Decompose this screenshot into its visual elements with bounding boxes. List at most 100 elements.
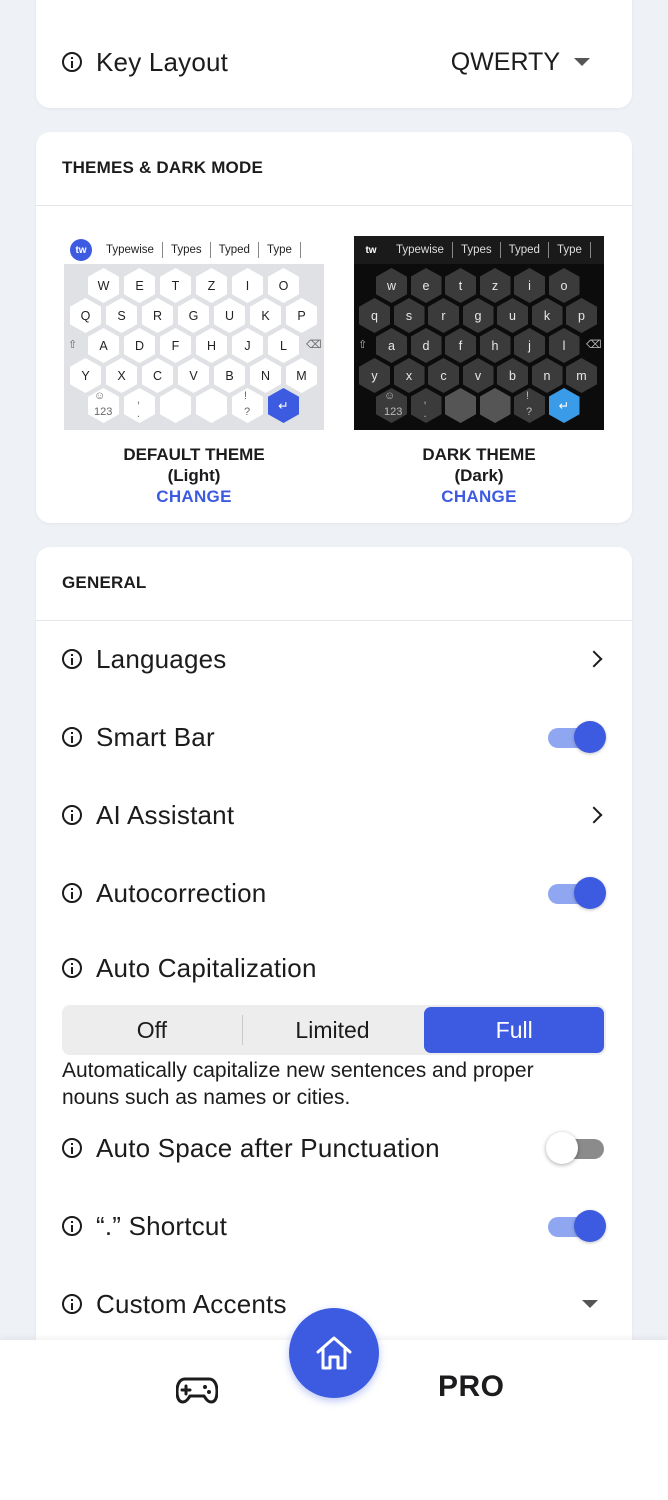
ai-assistant-row[interactable]: AI Assistant	[62, 790, 606, 840]
key-u[interactable]: U	[214, 298, 245, 333]
period-shortcut-toggle[interactable]	[546, 1209, 606, 1243]
key-i[interactable]: i	[514, 268, 545, 303]
key-s[interactable]: S	[106, 298, 137, 333]
enter-key[interactable]: ↵	[268, 388, 299, 423]
key-w[interactable]: W	[88, 268, 119, 303]
autocorrection-toggle[interactable]	[546, 876, 606, 910]
key-t[interactable]: t	[445, 268, 476, 303]
languages-row[interactable]: Languages	[62, 634, 606, 684]
key-d[interactable]: d	[410, 328, 442, 363]
key-q[interactable]: Q	[70, 298, 101, 333]
key-x[interactable]: x	[393, 358, 425, 393]
key-w[interactable]: w	[376, 268, 407, 303]
key-g[interactable]: g	[462, 298, 494, 333]
key-j[interactable]: j	[514, 328, 545, 363]
change-dark-theme-button[interactable]: CHANGE	[354, 486, 604, 507]
info-icon[interactable]	[62, 958, 82, 978]
key-r[interactable]: r	[428, 298, 459, 333]
key-k[interactable]: k	[531, 298, 563, 333]
key-space[interactable]	[160, 388, 191, 423]
chevron-right-icon	[585, 650, 603, 668]
dark-theme-tile[interactable]: tw Typewise Types Typed Type wetzio qsrgu…	[354, 236, 604, 507]
info-icon[interactable]	[62, 727, 82, 747]
info-icon[interactable]	[62, 805, 82, 825]
key-b[interactable]: b	[497, 358, 528, 393]
key-t[interactable]: T	[160, 268, 191, 303]
key-v[interactable]: v	[462, 358, 494, 393]
key-k[interactable]: K	[250, 298, 281, 333]
key-y[interactable]: Y	[70, 358, 101, 393]
key-b[interactable]: B	[214, 358, 245, 393]
capitalization-option-off[interactable]: Off	[62, 1007, 242, 1053]
key-r[interactable]: R	[142, 298, 173, 333]
games-tab[interactable]	[175, 1374, 219, 1411]
info-icon[interactable]	[62, 1216, 82, 1236]
key-x[interactable]: X	[106, 358, 137, 393]
key-c[interactable]: C	[142, 358, 173, 393]
key-s[interactable]: s	[393, 298, 425, 333]
key-l[interactable]: L	[268, 328, 299, 363]
suggestion: Typewise	[388, 242, 453, 258]
info-icon[interactable]	[62, 52, 82, 72]
key-space[interactable]	[196, 388, 227, 423]
key-g[interactable]: G	[178, 298, 209, 333]
suggestion: Typewise	[98, 242, 163, 258]
key-a[interactable]: A	[88, 328, 119, 363]
key-c[interactable]: c	[428, 358, 459, 393]
light-theme-tile[interactable]: tw Typewise Types Typed Type WETZIO QSRGU…	[64, 236, 324, 507]
key-y[interactable]: y	[359, 358, 390, 393]
key-p[interactable]: p	[566, 298, 597, 333]
exclaim-label: !	[244, 390, 248, 402]
key-d[interactable]: D	[124, 328, 155, 363]
dark-keyboard-preview[interactable]: tw Typewise Types Typed Type wetzio qsrgu…	[354, 236, 604, 430]
suggestion: Types	[163, 242, 211, 258]
info-icon[interactable]	[62, 1138, 82, 1158]
key-z[interactable]: z	[479, 268, 511, 303]
auto-capitalization-row: Auto Capitalization	[62, 943, 606, 993]
info-icon[interactable]	[62, 883, 82, 903]
key-m[interactable]: M	[286, 358, 317, 393]
key-f[interactable]: F	[160, 328, 191, 363]
key-i[interactable]: I	[232, 268, 263, 303]
key-n[interactable]: N	[250, 358, 281, 393]
suggestion: Type	[549, 242, 591, 258]
key-z[interactable]: Z	[196, 268, 227, 303]
key-u[interactable]: u	[497, 298, 528, 333]
key-m[interactable]: m	[566, 358, 597, 393]
suggestion: Typed	[501, 242, 549, 258]
key-p[interactable]: P	[286, 298, 317, 333]
backspace-icon: ⌫	[306, 339, 322, 351]
key-h[interactable]: H	[196, 328, 227, 363]
key-o[interactable]: O	[268, 268, 299, 303]
key-h[interactable]: h	[479, 328, 511, 363]
key-f[interactable]: f	[445, 328, 476, 363]
key-space[interactable]	[445, 388, 476, 423]
key-e[interactable]: E	[124, 268, 155, 303]
suggestion: Type	[259, 242, 301, 258]
key-v[interactable]: V	[178, 358, 209, 393]
key-j[interactable]: J	[232, 328, 263, 363]
home-button[interactable]	[289, 1308, 379, 1398]
info-icon[interactable]	[62, 649, 82, 669]
enter-key[interactable]: ↵	[548, 388, 580, 423]
key-e[interactable]: e	[410, 268, 442, 303]
key-a[interactable]: a	[376, 328, 407, 363]
period-shortcut-row: “.” Shortcut	[62, 1201, 606, 1251]
capitalization-option-full[interactable]: Full	[424, 1007, 605, 1053]
key-layout-dropdown[interactable]: QWERTY	[451, 48, 606, 77]
key-space[interactable]	[479, 388, 511, 423]
pro-tab[interactable]: PRO	[438, 1370, 505, 1404]
smart-bar-toggle[interactable]	[546, 720, 606, 754]
auto-space-toggle[interactable]	[546, 1131, 606, 1165]
key-l[interactable]: l	[548, 328, 580, 363]
capitalization-option-limited[interactable]: Limited	[243, 1007, 423, 1053]
suggestion: Types	[453, 242, 501, 258]
key-o[interactable]: o	[548, 268, 580, 303]
period-shortcut-label: “.” Shortcut	[96, 1210, 227, 1241]
info-icon[interactable]	[62, 1294, 82, 1314]
key-n[interactable]: n	[531, 358, 563, 393]
change-light-theme-button[interactable]: CHANGE	[64, 486, 324, 507]
key-layout-row[interactable]: Key Layout QWERTY	[62, 37, 606, 87]
key-q[interactable]: q	[359, 298, 390, 333]
light-keyboard-preview[interactable]: tw Typewise Types Typed Type WETZIO QSRGU…	[64, 236, 324, 430]
